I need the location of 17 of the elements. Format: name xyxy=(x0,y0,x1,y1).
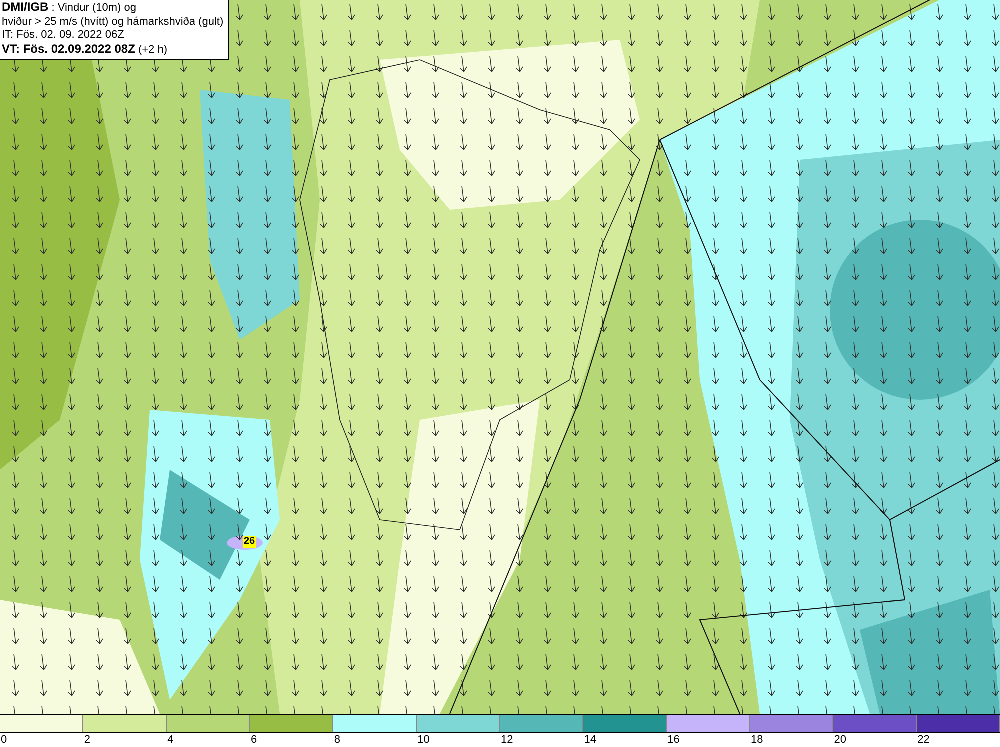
info-text: DMI/IGB : Vindur (10m) og xyxy=(2,1,138,16)
legend-tick-label: 20 xyxy=(833,733,847,747)
legend-tick-label: 8 xyxy=(333,733,340,747)
info-text: VT: Fös. 02.09.2022 08Z (+2 h) xyxy=(2,42,169,57)
gust-value-label: 26 xyxy=(243,536,256,548)
legend-tick-label: 16 xyxy=(666,733,680,747)
legend-tick-label: 2 xyxy=(83,733,90,747)
info-text: hviður > 25 m/s (hvítt) og hámarkshviða (gult) xyxy=(2,16,224,29)
legend-tick-label: 14 xyxy=(583,733,597,747)
legend-tick-label: 6 xyxy=(250,733,258,747)
legend-tick-label: 0 xyxy=(0,733,8,747)
legend-tick-label: 18 xyxy=(750,733,764,747)
legend-tick-label: 12 xyxy=(500,733,514,747)
legend-tick-label: 22 xyxy=(916,733,930,747)
info-text: IT: Fös. 02. 09. 2022 06Z xyxy=(2,29,126,42)
legend-tick-label: 10 xyxy=(416,733,430,747)
legend-tick-label: 4 xyxy=(166,733,174,747)
